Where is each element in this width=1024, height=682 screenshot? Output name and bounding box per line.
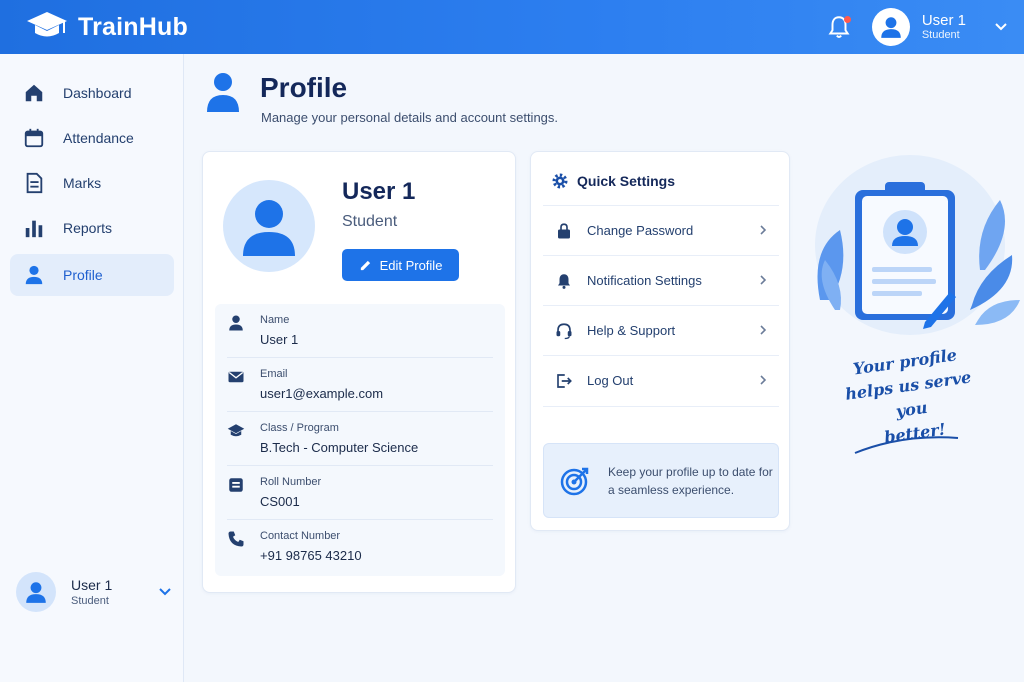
detail-label: Roll Number [260, 476, 322, 488]
user-icon [207, 73, 239, 112]
notification-settings-item[interactable]: Notification Settings [543, 255, 779, 305]
detail-value: B.Tech - Computer Science [260, 440, 419, 455]
sidebar-user-role: Student [71, 594, 109, 607]
sidebar-item-dashboard[interactable]: Dashboard [10, 72, 174, 114]
qs-item-label: Log Out [587, 373, 634, 388]
header-user-role: Student [921, 29, 960, 42]
avatar [223, 180, 315, 272]
detail-name: Name User 1 [227, 304, 493, 358]
sidebar-item-label: Dashboard [63, 85, 132, 101]
detail-roll-number: Roll Number CS001 [227, 466, 493, 520]
detail-value: User 1 [260, 332, 299, 347]
quick-settings-card: Quick Settings Change Password Notificat… [530, 151, 790, 531]
sidebar-item-label: Attendance [63, 130, 134, 146]
chevron-right-icon [760, 375, 767, 385]
graduation-cap-icon [27, 12, 67, 37]
header-user-name: User 1 [921, 12, 966, 30]
calendar-icon [24, 128, 44, 148]
detail-contact: Contact Number +91 98765 43210 [227, 520, 493, 574]
logout-icon [557, 373, 572, 388]
chevron-right-icon [760, 225, 767, 235]
detail-value: CS001 [260, 494, 300, 509]
gear-icon [552, 173, 568, 189]
chevron-right-icon [760, 325, 767, 335]
notification-button[interactable] [826, 14, 852, 40]
user-icon [881, 17, 901, 38]
home-icon [25, 84, 43, 102]
detail-label: Name [260, 314, 290, 326]
tip-text: Keep your profile up to date for a seaml… [608, 465, 773, 497]
detail-label: Class / Program [260, 422, 339, 434]
lock-icon [558, 222, 570, 238]
change-password-item[interactable]: Change Password [543, 205, 779, 255]
graduation-cap-icon [227, 424, 245, 437]
pencil-icon [360, 260, 370, 270]
sidebar: Dashboard Attendance Marks Reports Profi… [0, 54, 184, 682]
target-icon [560, 467, 589, 496]
edit-profile-label: Edit Profile [379, 257, 443, 273]
detail-label: Email [260, 368, 288, 380]
chevron-down-icon[interactable] [994, 20, 1008, 34]
header-user-info[interactable]: User 1 Student [922, 12, 966, 42]
detail-class: Class / Program B.Tech - Computer Scienc… [227, 412, 493, 466]
qs-item-label: Notification Settings [587, 273, 702, 288]
sidebar-item-profile[interactable]: Profile [10, 254, 174, 296]
app-name: TrainHub [78, 12, 188, 41]
mail-icon [228, 371, 244, 383]
page-title: Profile [260, 72, 348, 103]
sidebar-item-reports[interactable]: Reports [10, 207, 174, 249]
qs-item-label: Change Password [587, 223, 694, 238]
page-subtitle: Manage your personal details and account… [261, 110, 559, 125]
sidebar-item-label: Marks [63, 175, 102, 191]
top-header: TrainHub User 1 Student [0, 0, 1024, 54]
profile-card: User 1 Student Edit Profile Name User 1 … [202, 151, 516, 593]
user-icon [229, 315, 243, 331]
user-icon [26, 582, 46, 603]
qs-item-label: Help & Support [587, 323, 676, 338]
sidebar-item-label: Reports [63, 220, 113, 236]
notification-dot [843, 16, 851, 23]
id-card-icon [229, 478, 243, 492]
quick-settings-title: Quick Settings [551, 172, 675, 190]
sidebar-item-label: Profile [63, 267, 103, 283]
profile-details: Name User 1 Email user1@example.com Clas… [215, 304, 505, 576]
sidebar-user-name: User 1 [71, 576, 113, 593]
profile-name: User 1 [342, 178, 416, 205]
user-icon [243, 200, 295, 256]
profile-tip: Keep your profile up to date for a seaml… [543, 443, 779, 518]
user-icon [25, 265, 43, 285]
bar-chart-icon [25, 220, 43, 238]
bell-icon [558, 273, 570, 289]
avatar [16, 572, 56, 612]
help-support-item[interactable]: Help & Support [543, 305, 779, 355]
profile-role: Student [342, 213, 398, 230]
detail-value: +91 98765 43210 [260, 548, 362, 563]
logout-item[interactable]: Log Out [543, 355, 779, 405]
chevron-right-icon [760, 275, 767, 285]
detail-email: Email user1@example.com [227, 358, 493, 412]
quick-settings-title-text: Quick Settings [577, 173, 676, 189]
edit-profile-button[interactable]: Edit Profile [342, 249, 459, 281]
document-icon [26, 172, 43, 194]
phone-icon [228, 531, 244, 547]
sidebar-item-marks[interactable]: Marks [10, 162, 174, 204]
detail-value: user1@example.com [260, 386, 384, 401]
detail-label: Contact Number [260, 530, 341, 542]
header-avatar[interactable] [871, 8, 910, 46]
chevron-down-icon[interactable] [158, 585, 172, 599]
headset-icon [556, 322, 572, 339]
sidebar-item-attendance[interactable]: Attendance [10, 117, 174, 159]
tagline-underline [854, 436, 959, 454]
sidebar-user[interactable]: User 1 Student [16, 570, 176, 614]
brand[interactable]: TrainHub [26, 10, 188, 44]
